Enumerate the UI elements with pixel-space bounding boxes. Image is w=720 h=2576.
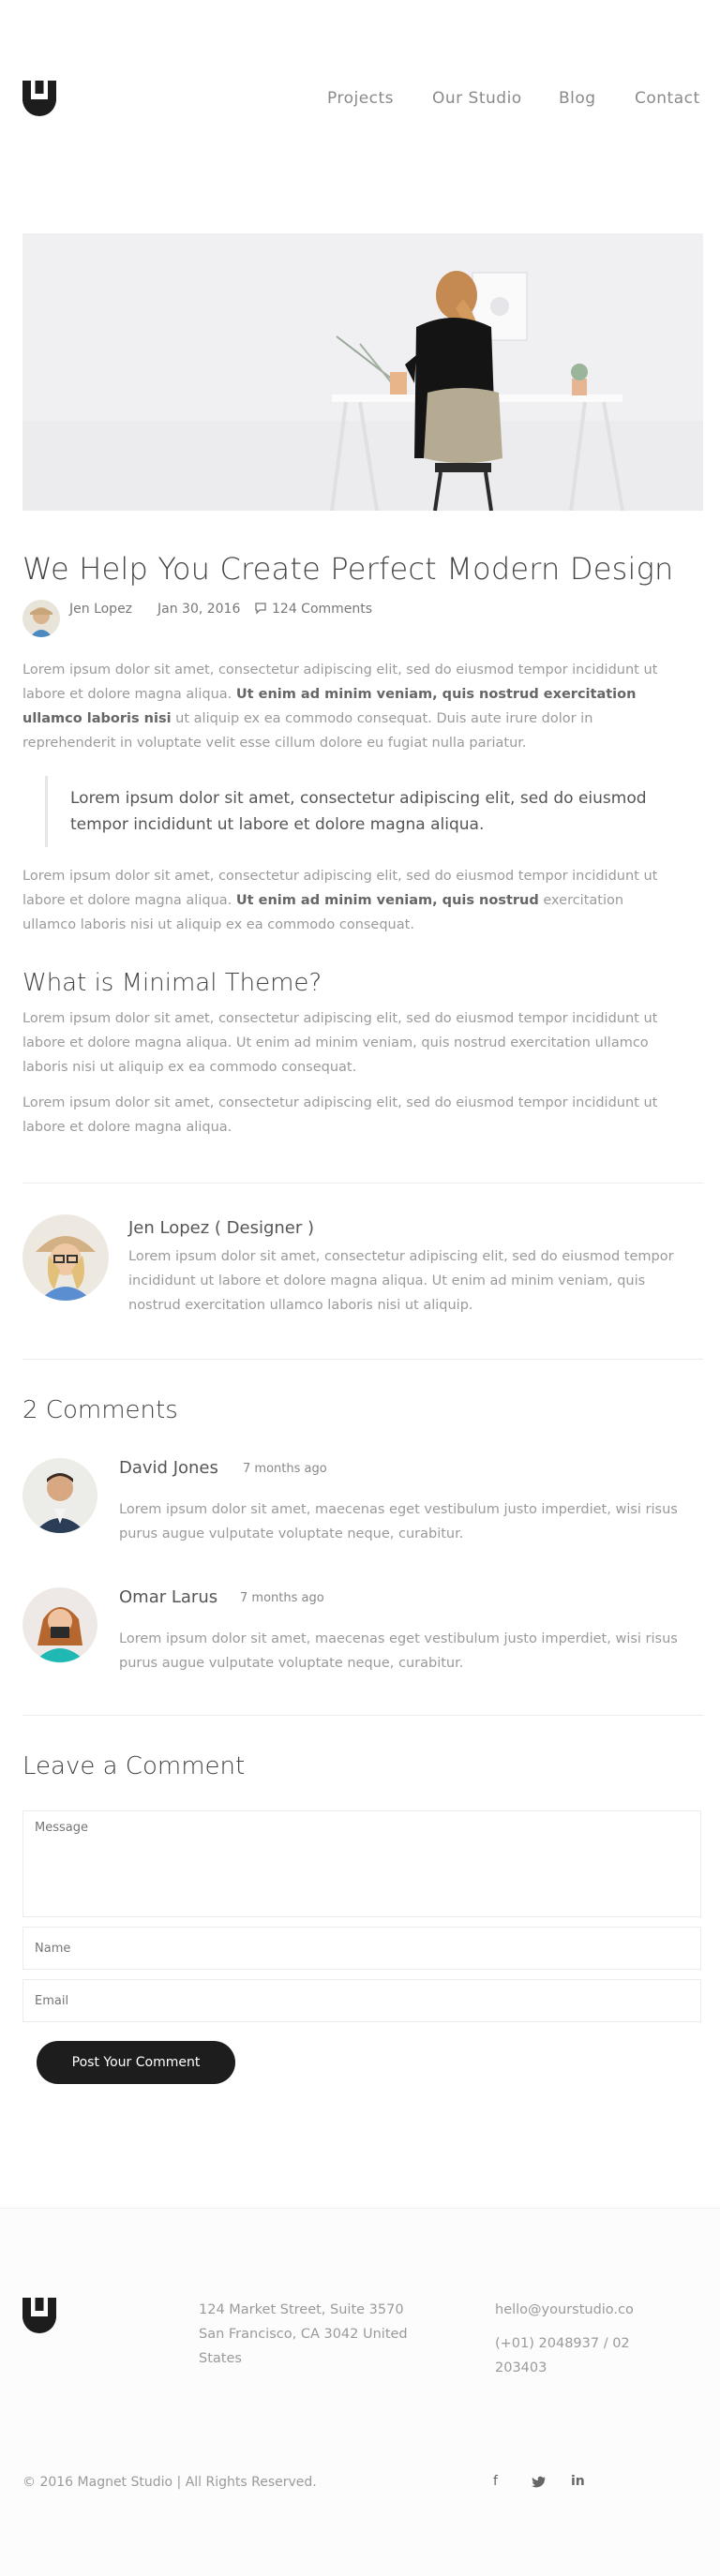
- message-field[interactable]: [22, 1810, 701, 1917]
- author-bio: Lorem ipsum dolor sit amet, consectetur …: [128, 1249, 674, 1313]
- linkedin-icon[interactable]: in: [571, 2474, 585, 2489]
- author-name: Jen Lopez ( Designer ): [128, 1218, 315, 1238]
- comment-avatar: [22, 1587, 98, 1662]
- author-avatar: [22, 1214, 109, 1301]
- post-comment-button[interactable]: Post Your Comment: [37, 2041, 235, 2084]
- site-footer: [0, 2208, 720, 2576]
- comment-text: Lorem ipsum dolor sit amet, maecenas ege…: [119, 1502, 678, 1541]
- nav-blog[interactable]: Blog: [559, 89, 596, 108]
- footer-logo[interactable]: [22, 2298, 56, 2335]
- address-line-2: San Francisco, CA 3042 United: [199, 2327, 408, 2342]
- address-line-1: 124 Market Street, Suite 3570: [199, 2302, 404, 2317]
- address-line-3: States: [199, 2351, 242, 2366]
- footer-phone: (+01) 2048937 / 02 203403: [495, 2331, 634, 2380]
- comment-avatar: [22, 1458, 98, 1533]
- post-paragraph-3: Lorem ipsum dolor sit amet, consectetur …: [22, 1011, 658, 1075]
- comments-count-link[interactable]: 124 Comments: [272, 602, 372, 617]
- comment-author: David Jones: [119, 1458, 218, 1478]
- post-paragraph-1: Lorem ipsum dolor sit amet, consectetur …: [22, 658, 679, 755]
- nav-contact[interactable]: Contact: [635, 89, 700, 108]
- hero-image: [22, 233, 703, 511]
- comment-time: 7 months ago: [243, 1462, 327, 1476]
- site-logo[interactable]: [22, 81, 56, 118]
- blockquote: Lorem ipsum dolor sit amet, consectetur …: [45, 776, 689, 847]
- nav-projects[interactable]: Projects: [327, 89, 394, 108]
- post-author[interactable]: Jen Lopez: [69, 602, 132, 617]
- name-field[interactable]: [22, 1927, 701, 1970]
- divider: [22, 1715, 703, 1716]
- phone-line-1: (+01) 2048937 / 02: [495, 2336, 630, 2351]
- copyright: © 2016 Magnet Studio | All Rights Reserv…: [22, 2475, 317, 2490]
- post-paragraph-2: Lorem ipsum dolor sit amet, consectetur …: [22, 864, 679, 937]
- phone-line-2: 203403: [495, 2360, 548, 2375]
- nav-our-studio[interactable]: Our Studio: [432, 89, 522, 108]
- footer-contact: hello@yourstudio.co (+01) 2048937 / 02 2…: [495, 2298, 634, 2380]
- post-subheading: What is Minimal Theme?: [22, 969, 322, 997]
- author-avatar-small: [22, 600, 60, 637]
- comment-icon: [254, 602, 267, 618]
- para2-bold: Ut enim ad minim veniam, quis nostrud: [235, 893, 539, 908]
- divider: [22, 1183, 703, 1184]
- post-title: We Help You Create Perfect Modern Design: [22, 551, 674, 587]
- footer-address: 124 Market Street, Suite 3570 San Franci…: [199, 2298, 408, 2371]
- footer-email[interactable]: hello@yourstudio.co: [495, 2298, 634, 2322]
- divider: [22, 1359, 703, 1360]
- facebook-icon[interactable]: f: [493, 2474, 498, 2489]
- comment-author: Omar Larus: [119, 1587, 218, 1607]
- email-field[interactable]: [22, 1979, 701, 2022]
- twitter-icon[interactable]: [532, 2476, 547, 2489]
- post-paragraph-4: Lorem ipsum dolor sit amet, consectetur …: [22, 1095, 658, 1135]
- post-date: Jan 30, 2016: [158, 602, 241, 617]
- comment-form-heading: Leave a Comment: [22, 1752, 246, 1780]
- comment-time: 7 months ago: [240, 1591, 324, 1605]
- comments-heading: 2 Comments: [22, 1396, 178, 1424]
- comment-text: Lorem ipsum dolor sit amet, maecenas ege…: [119, 1631, 678, 1671]
